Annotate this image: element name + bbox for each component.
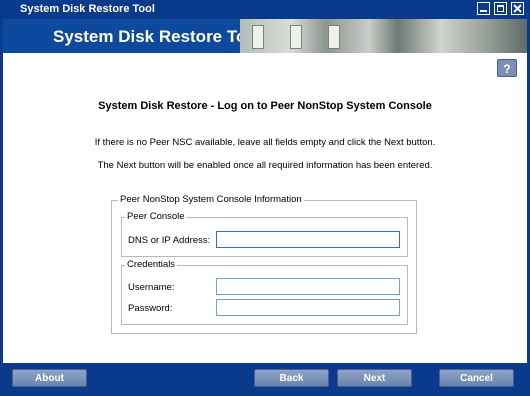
- help-button[interactable]: ?: [497, 59, 517, 77]
- password-input[interactable]: [216, 299, 400, 316]
- hardware-banner-image: [240, 19, 527, 53]
- minimize-button[interactable]: [477, 2, 490, 15]
- group-title: Peer NonStop System Console Information: [118, 194, 304, 205]
- password-label: Password:: [128, 303, 173, 314]
- hardware-slot: [328, 25, 340, 49]
- button-bar: About Back Next Cancel: [0, 363, 530, 396]
- peer-console-group: Peer Console DNS or IP Address:: [121, 211, 408, 257]
- dns-label: DNS or IP Address:: [128, 235, 211, 246]
- cancel-button[interactable]: Cancel: [439, 369, 514, 387]
- peer-nsc-group: Peer NonStop System Console Information …: [111, 194, 417, 334]
- banner-title: System Disk Restore Tool: [53, 27, 262, 46]
- credentials-title: Credentials: [125, 259, 178, 270]
- hardware-slot: [252, 25, 264, 49]
- next-button[interactable]: Next: [337, 369, 412, 387]
- title-bar[interactable]: System Disk Restore Tool: [0, 0, 530, 19]
- banner: System Disk Restore Tool: [3, 19, 527, 53]
- hardware-slot: [290, 25, 302, 49]
- close-button[interactable]: [511, 2, 524, 15]
- main-content: ? System Disk Restore - Log on to Peer N…: [3, 53, 527, 363]
- window-title: System Disk Restore Tool: [20, 3, 155, 15]
- about-button[interactable]: About: [12, 369, 87, 387]
- back-button[interactable]: Back: [254, 369, 329, 387]
- info-text-2: The Next button will be enabled once all…: [97, 160, 433, 171]
- maximize-button[interactable]: [494, 2, 507, 15]
- username-label: Username:: [128, 282, 175, 293]
- page-heading: System Disk Restore - Log on to Peer Non…: [98, 100, 432, 112]
- peer-console-title: Peer Console: [125, 211, 187, 222]
- app-window: System Disk Restore Tool System Disk Res…: [0, 0, 530, 396]
- credentials-group: Credentials Username: Password:: [121, 259, 408, 325]
- info-text-1: If there is no Peer NSC available, leave…: [94, 137, 436, 148]
- username-input[interactable]: [216, 278, 400, 295]
- dns-ip-input[interactable]: [216, 231, 400, 248]
- close-icon: [513, 4, 522, 13]
